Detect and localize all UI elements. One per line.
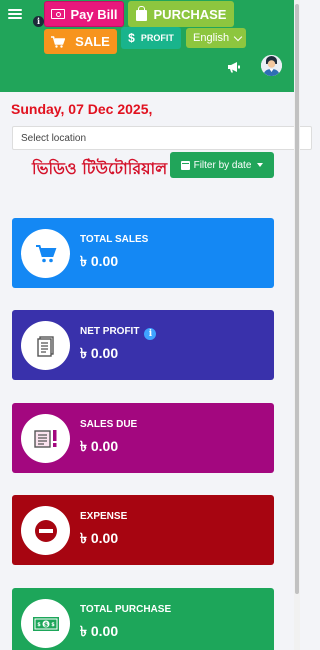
- profit-button[interactable]: $ PROFIT: [121, 27, 181, 49]
- svg-text:$: $: [43, 621, 47, 628]
- money-icon: $ $ $: [32, 616, 59, 631]
- purchase-button[interactable]: PURCHASE: [128, 1, 234, 27]
- menu-icon[interactable]: [8, 7, 22, 21]
- card-icon-circle: [21, 229, 70, 278]
- card-label: TOTAL PURCHASE: [80, 604, 172, 615]
- svg-text:$: $: [51, 622, 55, 628]
- card-label: EXPENSE: [80, 511, 128, 522]
- net-profit-card[interactable]: NET PROFIT i ৳ 0.00: [12, 310, 274, 380]
- sale-button[interactable]: SALE: [44, 29, 117, 54]
- card-amount: ৳ 0.00: [80, 438, 119, 454]
- calendar-icon: [180, 160, 190, 170]
- current-date: Sunday, 07 Dec 2025,: [11, 101, 153, 117]
- user-avatar-icon: [261, 55, 282, 76]
- cart-icon: [51, 35, 66, 48]
- minus-circle-icon: [34, 519, 57, 542]
- bill-icon: [50, 9, 65, 19]
- sale-label: SALE: [75, 34, 110, 49]
- scrollbar-thumb[interactable]: [295, 4, 299, 594]
- card-label: NET PROFIT i: [80, 326, 157, 340]
- card-label-text: NET PROFIT: [80, 326, 140, 337]
- expense-card[interactable]: EXPENSE ৳ 0.00: [12, 495, 274, 565]
- sales-due-card[interactable]: SALES DUE ৳ 0.00: [12, 403, 274, 473]
- megaphone-icon[interactable]: [227, 61, 241, 73]
- card-amount: ৳ 0.00: [80, 530, 119, 546]
- video-tutorial-link[interactable]: ভিডিও টিউটোরিয়াল: [32, 156, 167, 183]
- card-amount: ৳ 0.00: [80, 623, 119, 639]
- filter-label: Filter by date: [193, 159, 252, 171]
- pay-bill-button[interactable]: Pay Bill: [44, 1, 124, 27]
- card-icon-circle: [21, 506, 70, 555]
- pay-bill-label: Pay Bill: [70, 6, 118, 22]
- svg-text:$: $: [37, 622, 41, 628]
- language-select[interactable]: English: [186, 28, 246, 48]
- chevron-down-icon: [233, 32, 243, 41]
- cart-icon: [35, 244, 56, 262]
- caret-down-icon: [257, 163, 264, 167]
- top-header: i Pay Bill PURCHASE SALE $ PROFIT Englis…: [0, 0, 300, 92]
- card-icon-circle: $ $ $: [21, 599, 70, 648]
- profit-label: PROFIT: [140, 33, 174, 43]
- invoice-alert-icon: [33, 429, 56, 448]
- purchase-label: PURCHASE: [153, 6, 227, 22]
- info-icon[interactable]: i: [33, 16, 44, 27]
- total-purchase-card[interactable]: $ $ $ TOTAL PURCHASE ৳ 0.00: [12, 588, 274, 650]
- card-label: TOTAL SALES: [80, 234, 149, 245]
- location-select[interactable]: Select location: [12, 126, 312, 150]
- language-value: English: [193, 32, 230, 44]
- card-amount: ৳ 0.00: [80, 345, 119, 361]
- filter-by-date-button[interactable]: Filter by date: [170, 152, 274, 178]
- document-icon: [36, 335, 54, 357]
- card-amount: ৳ 0.00: [80, 253, 119, 269]
- dollar-icon: $: [128, 31, 135, 45]
- total-sales-card[interactable]: TOTAL SALES ৳ 0.00: [12, 218, 274, 288]
- card-icon-circle: [21, 414, 70, 463]
- avatar[interactable]: [261, 55, 282, 76]
- bag-icon: [135, 5, 147, 21]
- info-icon[interactable]: i: [144, 328, 157, 340]
- card-label: SALES DUE: [80, 419, 138, 430]
- card-icon-circle: [21, 321, 70, 370]
